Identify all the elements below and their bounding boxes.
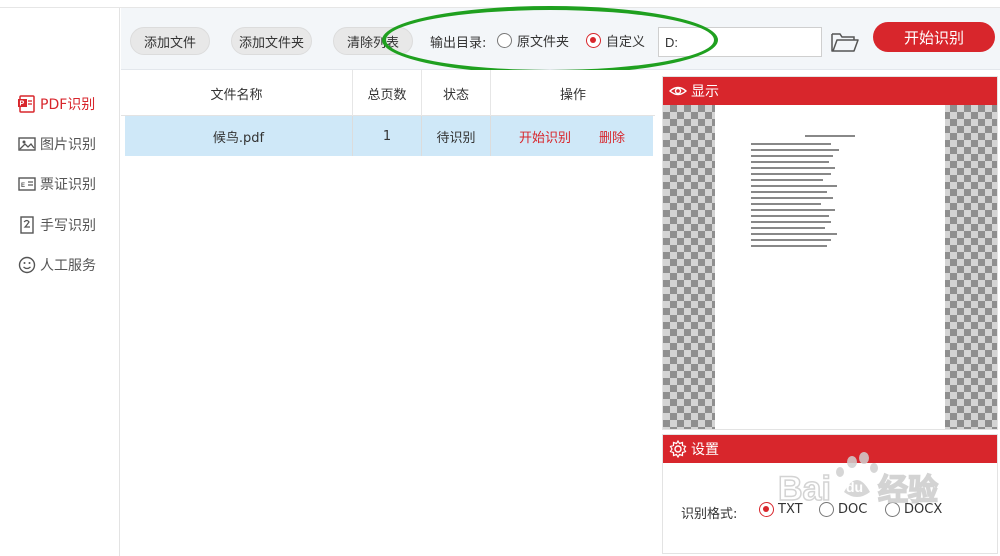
handwriting-icon [18,216,36,234]
output-path-input[interactable] [658,27,822,57]
settings-header: 设置 [663,435,997,463]
cell-pages: 1 [353,116,422,156]
radio-label: 原文件夹 [517,35,570,50]
column-header-status: 状态 [422,70,491,116]
sidebar-item-label: 手写识别 [40,218,96,234]
radio-circle [759,502,774,517]
radio-circle [885,502,900,517]
settings-panel: 设置 识别格式: TXT DOC DOCX [662,434,998,554]
add-folder-button[interactable]: 添加文件夹 [231,27,312,55]
sidebar-item-pdf[interactable]: P PDF识别 [18,92,95,116]
sidebar-item-handwriting[interactable]: 手写识别 [18,213,96,237]
gear-icon [669,440,687,458]
cell-status: 待识别 [422,116,491,156]
file-table: 文件名称 总页数 状态 操作 候鸟.pdf 1 待识别 开始识别 删除 [121,70,655,556]
row-start-link[interactable]: 开始识别 [519,127,571,146]
column-header-filename: 文件名称 [121,70,353,116]
sidebar-item-label: PDF识别 [40,97,96,113]
column-header-pages: 总页数 [353,70,422,116]
radio-custom-folder[interactable]: 自定义 [586,31,645,50]
format-label: 识别格式: [681,507,738,522]
document-preview [715,105,945,429]
table-header: 文件名称 总页数 状态 操作 [121,70,655,116]
radio-label: 自定义 [606,35,646,50]
clear-list-button[interactable]: 清除列表 [333,27,413,55]
column-header-actions: 操作 [559,87,586,103]
format-radio-doc[interactable]: DOC [819,502,867,517]
sidebar: P PDF识别 图片识别 E 票证识别 手写识别 人工服务 [0,8,120,556]
row-delete-link[interactable]: 删除 [599,127,625,146]
format-option-label: TXT [778,502,803,517]
smiley-icon [18,256,36,274]
add-file-button[interactable]: 添加文件 [130,27,210,55]
pdf-icon: P [18,95,36,113]
preview-panel: 显示 [662,76,998,430]
ticket-icon: E [18,175,36,193]
format-radio-txt[interactable]: TXT [759,502,803,517]
output-dir-label: 输出目录: [430,36,487,51]
sidebar-item-label: 图片识别 [40,137,96,153]
radio-circle [497,33,512,48]
cell-actions: 开始识别 删除 [491,116,653,156]
image-icon [18,135,36,153]
table-row[interactable]: 候鸟.pdf 1 待识别 开始识别 删除 [125,116,653,156]
sidebar-item-label: 票证识别 [40,177,96,193]
sidebar-item-image[interactable]: 图片识别 [18,132,96,156]
sidebar-item-ticket[interactable]: E 票证识别 [18,172,96,196]
preview-header: 显示 [663,77,997,105]
sidebar-item-label: 人工服务 [40,258,96,274]
format-radio-docx[interactable]: DOCX [885,502,942,517]
app-window: P PDF识别 图片识别 E 票证识别 手写识别 人工服务 添加文件 添加文件夹… [0,0,1000,556]
format-option-label: DOCX [904,502,943,517]
toolbar: 添加文件 添加文件夹 清除列表 输出目录: 原文件夹 自定义 开始识别 [121,8,1000,70]
cell-filename: 候鸟.pdf [125,116,353,156]
svg-text:P: P [20,101,25,108]
sidebar-item-service[interactable]: 人工服务 [18,253,96,277]
top-border [0,0,1000,8]
start-recognition-button[interactable]: 开始识别 [873,22,995,52]
format-option-label: DOC [838,502,868,517]
svg-text:E: E [21,183,25,189]
preview-title: 显示 [691,84,719,100]
eye-icon [669,82,687,100]
radio-circle [819,502,834,517]
folder-open-icon[interactable] [830,30,860,54]
radio-circle [586,33,601,48]
radio-original-folder[interactable]: 原文件夹 [497,31,569,50]
settings-title: 设置 [691,442,719,458]
